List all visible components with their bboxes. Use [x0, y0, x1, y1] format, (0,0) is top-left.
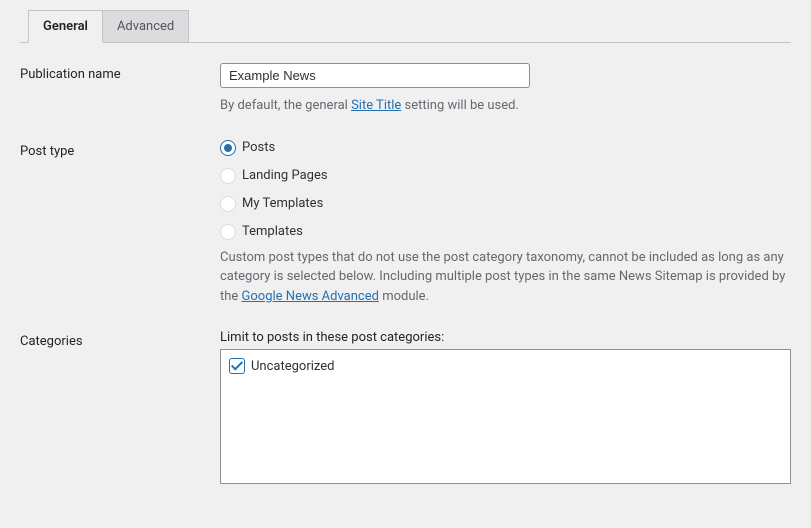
radio-my-templates: My Templates: [220, 196, 791, 212]
radio-landing-pages: Landing Pages: [220, 168, 791, 184]
categories-label: Categories: [20, 330, 220, 349]
radio-templates: Templates: [220, 224, 791, 240]
category-uncategorized[interactable]: Uncategorized: [229, 358, 782, 374]
radio-label-my-templates: My Templates: [242, 196, 323, 211]
publication-name-input[interactable]: [220, 63, 530, 88]
radio-label-posts: Posts: [242, 140, 275, 155]
checkbox-label-uncategorized: Uncategorized: [251, 359, 334, 374]
radio-input-templates: [220, 224, 236, 240]
publication-help-text: By default, the general Site Title setti…: [220, 96, 791, 116]
radio-label-landing-pages: Landing Pages: [242, 168, 328, 183]
categories-sublabel: Limit to posts in these post categories:: [220, 330, 791, 345]
radio-label-templates: Templates: [242, 224, 303, 239]
tab-advanced[interactable]: Advanced: [103, 10, 189, 43]
tab-general[interactable]: General: [28, 10, 103, 43]
radio-input-landing-pages: [220, 168, 236, 184]
post-type-help-text: Custom post types that do not use the po…: [220, 248, 791, 307]
radio-input-my-templates: [220, 196, 236, 212]
post-type-row: Post type Posts Landing Pages My Templat…: [20, 140, 791, 307]
post-type-radio-group: Posts Landing Pages My Templates Templat…: [220, 140, 791, 240]
site-title-link[interactable]: Site Title: [351, 98, 401, 113]
radio-posts[interactable]: Posts: [220, 140, 791, 156]
radio-input-posts[interactable]: [220, 140, 236, 156]
post-type-label: Post type: [20, 140, 220, 159]
publication-name-row: Publication name By default, the general…: [20, 63, 791, 116]
categories-listbox[interactable]: Uncategorized: [220, 349, 791, 484]
publication-name-label: Publication name: [20, 63, 220, 82]
checkbox-uncategorized[interactable]: [229, 358, 245, 374]
categories-row: Categories Limit to posts in these post …: [20, 330, 791, 484]
tab-bar: General Advanced: [20, 10, 791, 43]
google-news-advanced-link[interactable]: Google News Advanced: [242, 289, 379, 304]
